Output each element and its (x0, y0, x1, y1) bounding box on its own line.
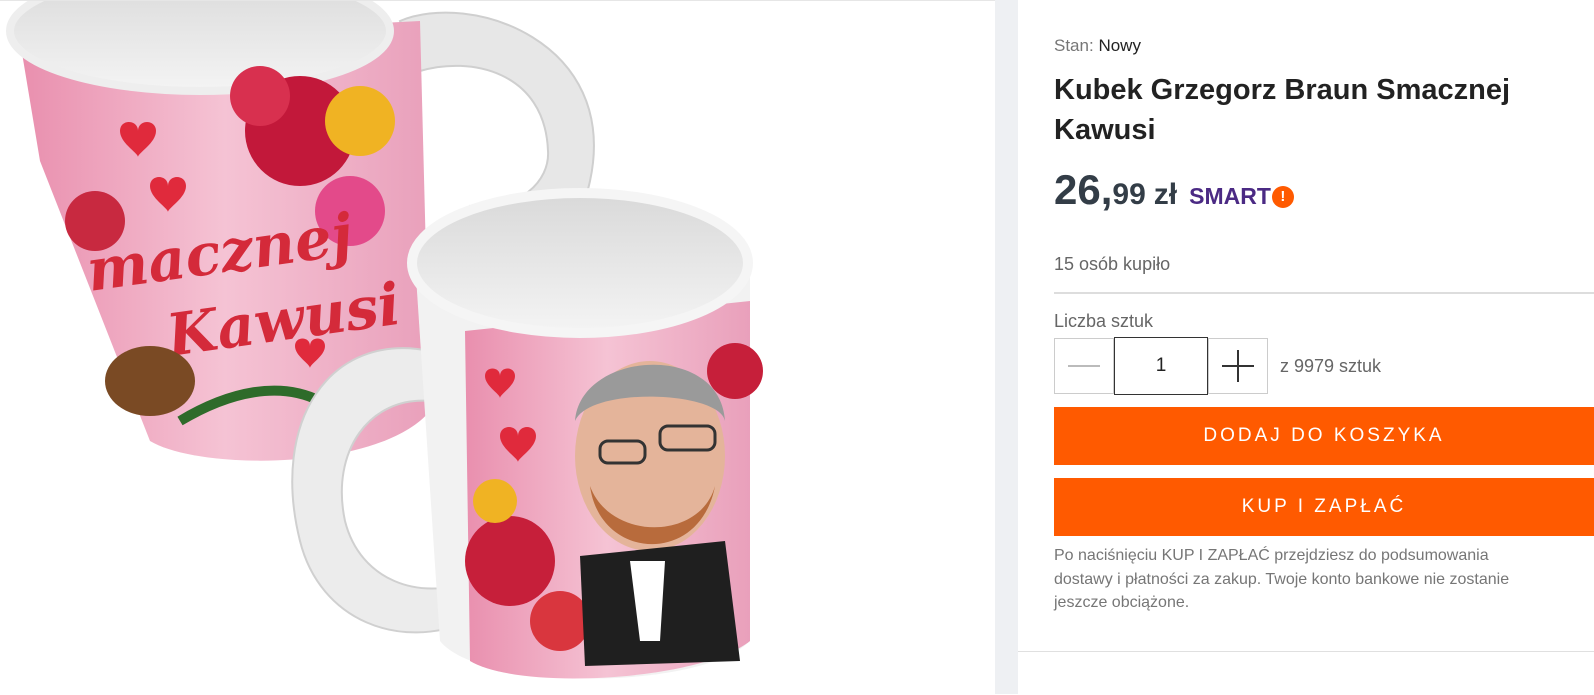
add-to-cart-button[interactable]: DODAJ DO KOSZYKA (1054, 407, 1594, 465)
product-title: Kubek Grzegorz Braun Smacznej Kawusi (1054, 74, 1511, 146)
column-divider (995, 0, 1018, 694)
increase-quantity-button[interactable] (1208, 338, 1268, 394)
plus-icon (1222, 350, 1254, 382)
price-decimal: 99 (1112, 178, 1146, 211)
buy-now-button[interactable]: KUP I ZAPŁAĆ (1054, 478, 1594, 536)
product-image[interactable]: macznej Kawusi (0, 0, 995, 695)
quantity-stepper: z 9979 sztuk (1054, 337, 1381, 395)
separator (1054, 292, 1594, 294)
price-integer: 26, (1054, 166, 1113, 213)
mug-illustration: macznej Kawusi (6, 1, 763, 679)
decrease-quantity-button[interactable] (1054, 338, 1114, 394)
smart-badge[interactable]: SMART ! (1189, 183, 1294, 210)
condition-label: Stan: (1054, 36, 1094, 55)
payment-note: Po naciśnięciu KUP I ZAPŁAĆ przejdziesz … (1054, 544, 1594, 615)
bought-count: 15 osób kupiło (1054, 254, 1171, 274)
bottom-separator (1018, 651, 1594, 652)
price: 26, 99 zł SMART ! (1054, 166, 1294, 216)
price-currency: zł (1153, 178, 1178, 211)
smart-exclamation-icon: ! (1271, 185, 1294, 208)
quantity-available: z 9979 sztuk (1280, 355, 1382, 376)
product-info-panel: Stan: Nowy Kubek Grzegorz Braun Smacznej… (1054, 0, 1594, 694)
payment-note-line: dostawy i płatności za zakup. Twoje kont… (1054, 570, 1510, 588)
condition-value: Nowy (1098, 36, 1141, 55)
product-condition: Stan: Nowy (1054, 36, 1141, 56)
payment-note-line: jeszcze obciążone. (1054, 594, 1190, 611)
payment-note-line: Po naciśnięciu KUP I ZAPŁAĆ przejdziesz … (1054, 547, 1489, 564)
quantity-input[interactable] (1114, 337, 1208, 395)
smart-label: SMART (1189, 183, 1271, 209)
minus-icon (1068, 365, 1100, 367)
quantity-label: Liczba sztuk (1054, 311, 1154, 331)
